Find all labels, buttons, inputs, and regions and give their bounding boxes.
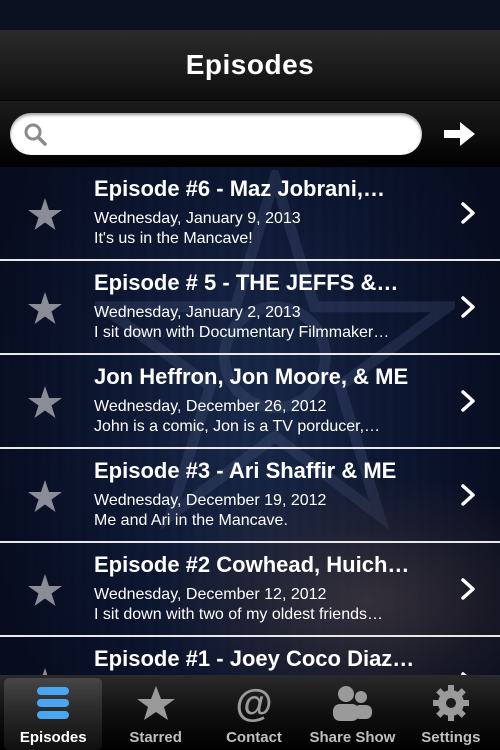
tab-label: Starred: [129, 729, 182, 746]
episode-row[interactable]: Episode #1 - Joey Coco Diaz…: [0, 637, 500, 675]
episode-description: I sit down with Documentary Filmmaker…: [94, 324, 390, 341]
list-icon: [37, 687, 70, 719]
gear-icon: [432, 685, 469, 721]
tab-starred[interactable]: Starred: [106, 675, 204, 750]
episode-date: Wednesday, December 19, 2012: [94, 492, 327, 509]
episode-date: Wednesday, January 2, 2013: [94, 304, 301, 321]
star-icon[interactable]: [28, 479, 62, 513]
episode-title: Episode #6 - Maz Jobrani,…: [94, 176, 385, 201]
tab-episodes[interactable]: Episodes: [4, 678, 103, 750]
page-title: Episodes: [185, 49, 315, 80]
tab-label: Episodes: [19, 729, 87, 746]
tab-label: Settings: [421, 729, 481, 746]
chevron-right-icon: [461, 296, 475, 318]
episode-row[interactable]: Episode #6 - Maz Jobrani,… Wednesday, Ja…: [0, 167, 500, 261]
episode-list: Episode #6 - Maz Jobrani,… Wednesday, Ja…: [0, 167, 500, 675]
navigation-bar: Episodes: [0, 30, 500, 101]
episode-title: Episode # 5 - THE JEFFS &…: [94, 270, 399, 295]
go-arrow-icon[interactable]: [444, 121, 476, 147]
svg-text:@: @: [235, 683, 272, 723]
episode-row[interactable]: Episode #2 Cowhead, Huich… Wednesday, De…: [0, 543, 500, 637]
episode-description: Me and Ari in the Mancave.: [94, 512, 288, 529]
tab-bar: Episodes Starred @ Contact Share Show Se…: [0, 675, 500, 750]
episode-date: Wednesday, December 26, 2012: [94, 398, 327, 415]
episode-description: John is a comic, Jon is a TV porducer,…: [94, 418, 381, 435]
search-bar: [0, 101, 500, 167]
episode-row[interactable]: Episode #3 - Ari Shaffir & ME Wednesday,…: [0, 449, 500, 543]
search-icon: [24, 123, 47, 146]
status-bar: [0, 0, 500, 30]
chevron-right-icon: [461, 390, 475, 412]
at-icon: @: [235, 683, 272, 723]
star-icon[interactable]: [28, 385, 62, 419]
episode-row[interactable]: Episode # 5 - THE JEFFS &… Wednesday, Ja…: [0, 261, 500, 355]
episode-date: Wednesday, January 9, 2013: [94, 210, 301, 227]
episode-title: Episode #3 - Ari Shaffir & ME: [94, 458, 397, 483]
chevron-right-icon: [461, 484, 475, 506]
search-input[interactable]: [55, 122, 399, 146]
star-icon[interactable]: [28, 197, 62, 231]
star-icon[interactable]: [28, 291, 62, 325]
episode-row[interactable]: Jon Heffron, Jon Moore, & ME Wednesday, …: [0, 355, 500, 449]
star-icon[interactable]: [28, 667, 62, 675]
tab-label: Contact: [226, 729, 282, 746]
episode-title: Episode #1 - Joey Coco Diaz…: [94, 646, 415, 671]
chevron-right-icon: [461, 202, 475, 224]
tab-settings[interactable]: Settings: [402, 675, 500, 750]
episode-title: Episode #2 Cowhead, Huich…: [94, 552, 410, 577]
episode-date: Wednesday, December 12, 2012: [94, 586, 327, 603]
people-icon: [333, 686, 373, 721]
episode-description: It's us in the Mancave!: [94, 230, 253, 247]
star-icon[interactable]: [28, 573, 62, 607]
star-icon: [136, 686, 175, 720]
tab-label: Share Show: [309, 729, 396, 746]
tab-contact[interactable]: @ Contact: [205, 675, 303, 750]
chevron-right-icon: [461, 578, 475, 600]
episode-title: Jon Heffron, Jon Moore, & ME: [94, 364, 409, 389]
episode-description: I sit down with two of my oldest friends…: [94, 606, 383, 623]
tab-share-show[interactable]: Share Show: [303, 675, 401, 750]
search-field[interactable]: [10, 113, 422, 155]
